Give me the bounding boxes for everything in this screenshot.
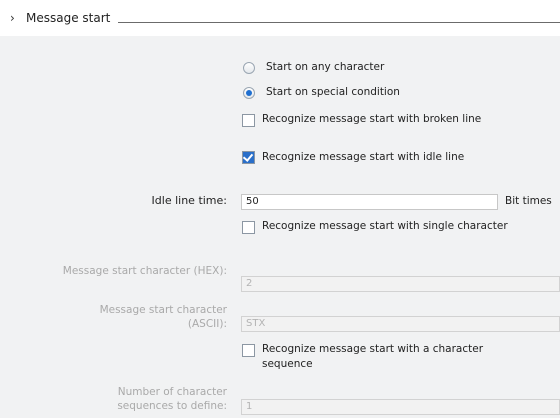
num-sequences-label-line2: sequences to define: (117, 400, 227, 412)
section-header: › Message start (0, 0, 560, 36)
check-icon (242, 151, 254, 162)
idle-line-time-label: Idle line time: (151, 194, 227, 207)
radio-any-character[interactable] (243, 62, 255, 74)
idle-line-time-unit: Bit times (505, 195, 552, 207)
checkbox-broken-line-label: Recognize message start with broken line (262, 113, 482, 125)
radio-any-character-label: Start on any character (266, 61, 385, 73)
hex-label: Message start character (HEX): (62, 265, 227, 277)
idle-line-time-input[interactable]: 50 (241, 194, 498, 210)
ascii-label-line1: Message start character (99, 304, 227, 316)
checkbox-single-character[interactable] (242, 221, 255, 234)
checkbox-broken-line[interactable] (242, 114, 255, 127)
hex-input[interactable]: 2 (241, 276, 560, 292)
chevron-right-icon[interactable]: › (10, 11, 15, 25)
section-title: Message start (26, 11, 111, 25)
header-divider (118, 22, 560, 23)
checkbox-character-sequence-label-line1: Recognize message start with a character (262, 343, 484, 355)
checkbox-character-sequence[interactable] (242, 344, 255, 357)
radio-special-condition[interactable] (243, 87, 255, 99)
num-sequences-input[interactable]: 1 (241, 399, 560, 415)
checkbox-character-sequence-label-line2: sequence (262, 358, 313, 370)
radio-special-condition-label: Start on special condition (266, 86, 400, 98)
ascii-label-line2: (ASCII): (187, 318, 227, 330)
checkbox-single-character-label: Recognize message start with single char… (262, 220, 508, 232)
checkbox-idle-line-label: Recognize message start with idle line (262, 151, 465, 163)
num-sequences-label-line1: Number of character (117, 386, 227, 398)
checkbox-idle-line[interactable] (242, 151, 255, 164)
ascii-input[interactable]: STX (241, 316, 560, 332)
